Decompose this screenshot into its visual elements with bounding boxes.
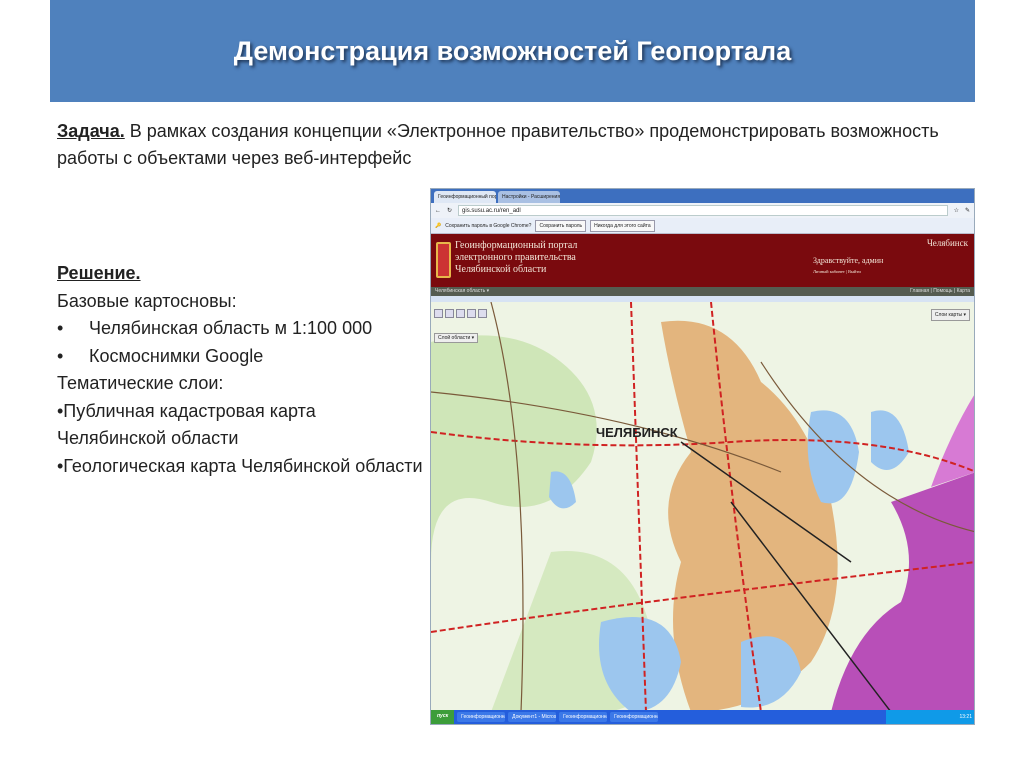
map-toolbar: Челябинская область ▾ Главная | Помощь |…	[431, 287, 974, 296]
portal-name-line: электронного правительства	[455, 252, 576, 263]
clock: 13:21	[886, 710, 974, 724]
measure-icon[interactable]	[467, 309, 476, 318]
portal-name-line: Геоинформационный портал	[455, 240, 578, 251]
url-input[interactable]: gis.susu.ac.ru/ren_adl	[458, 205, 948, 216]
emblem-icon	[436, 242, 451, 278]
taskbar-item[interactable]: Документ1 - Micros...	[508, 712, 557, 722]
greeting: Здравствуйте, админ	[813, 256, 884, 265]
map-tools	[434, 309, 487, 318]
layers-select[interactable]: Слои карты ▾	[930, 309, 970, 321]
zoom-out-icon[interactable]	[445, 309, 454, 318]
browser-tabs: Геоинформационный портал Настройки - Рас…	[431, 189, 974, 203]
map-view[interactable]: ЧЕЛЯБИНСК	[431, 302, 975, 712]
pan-icon[interactable]	[456, 309, 465, 318]
key-icon: 🔑	[435, 222, 442, 229]
save-password-button[interactable]: Сохранить пароль	[535, 219, 587, 232]
task-label: Задача.	[57, 121, 125, 141]
bullet: •	[57, 345, 64, 366]
password-infobar: 🔑 Сохранить пароль в Google Chrome? Сохр…	[431, 218, 974, 234]
star-icon[interactable]: ☆	[954, 207, 959, 214]
base-layer-select[interactable]: Слой области ▾	[434, 333, 479, 343]
browser-tab[interactable]: Геоинформационный портал	[434, 191, 496, 203]
base-map-item: • Челябинская область м 1:100 000	[57, 315, 427, 343]
map-city-label: ЧЕЛЯБИНСК	[596, 425, 678, 440]
task-text: В рамках создания концепции «Электронное…	[57, 121, 939, 168]
title-bar: Демонстрация возможностей Геопортала	[50, 0, 975, 102]
base-map-text: Челябинская область м 1:100 000	[89, 318, 373, 338]
taskbar-item[interactable]: Геоинформационна...	[457, 712, 506, 722]
thematic-layer: •Геологическая карта Челябинской области	[57, 455, 423, 476]
infobar-text: Сохранить пароль в Google Chrome?	[445, 222, 532, 229]
print-icon[interactable]	[478, 309, 487, 318]
solution-block: Решение. Базовые картосновы: • Челябинска…	[57, 260, 427, 480]
never-button[interactable]: Никогда для этого сайта	[590, 219, 655, 232]
windows-taskbar: пуск Геоинформационна... Документ1 - Mic…	[431, 710, 974, 724]
cabinet-links[interactable]: Личный кабинет | Выйти	[813, 269, 861, 274]
main-links[interactable]: Главная | Помощь | Карта	[910, 288, 970, 295]
thematic-layer: •Публичная кадастровая карта Челябинской…	[57, 400, 316, 449]
zoom-in-icon[interactable]	[434, 309, 443, 318]
base-maps-label: Базовые картосновы:	[57, 290, 237, 311]
back-icon[interactable]: ←	[435, 208, 441, 214]
base-map-text: Космоснимки Google	[89, 345, 264, 366]
slide-title: Демонстрация возможностей Геопортала	[233, 35, 792, 66]
solution-label: Решение.	[57, 263, 141, 283]
browser-tab[interactable]: Настройки - Расширения	[498, 191, 560, 203]
portal-name: Геоинформационный портал электронного пр…	[455, 240, 577, 276]
bullet: •	[57, 318, 64, 338]
taskbar-item[interactable]: Геоинформационна...	[610, 712, 659, 722]
geoportal-screenshot: Геоинформационный портал Настройки - Рас…	[430, 188, 975, 725]
wrench-icon[interactable]: ✎	[965, 207, 970, 214]
start-button[interactable]: пуск	[431, 710, 455, 724]
thematic-label: Тематические слои:	[57, 373, 224, 393]
city-label: Челябинск	[926, 238, 968, 248]
taskbar-item[interactable]: Геоинформационна...	[559, 712, 608, 722]
portal-header: Геоинформационный портал электронного пр…	[431, 234, 974, 287]
reload-icon[interactable]: ↻	[447, 207, 452, 214]
region-select[interactable]: Челябинская область ▾	[435, 288, 489, 295]
base-map-item: • Космоснимки Google	[57, 343, 427, 371]
address-bar: ← ↻ gis.susu.ac.ru/ren_adl ☆ ✎	[431, 203, 974, 218]
task-paragraph: Задача. В рамках создания концепции «Эле…	[57, 118, 977, 172]
portal-name-line: Челябинской области	[455, 264, 547, 275]
